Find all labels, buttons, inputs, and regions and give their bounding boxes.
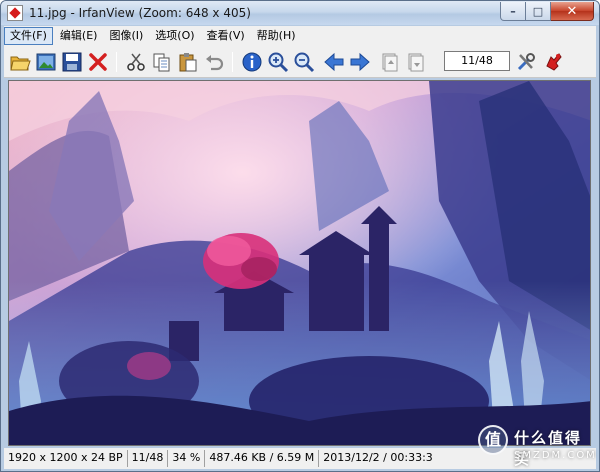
- copy-icon[interactable]: [150, 50, 174, 74]
- image-canvas[interactable]: [8, 80, 591, 446]
- irfanview-app-icon[interactable]: [7, 5, 23, 21]
- menu-edit[interactable]: 编辑(E): [55, 27, 103, 45]
- menu-options[interactable]: 选项(O): [150, 27, 199, 45]
- window-controls: – □ ✕: [500, 2, 594, 21]
- next-icon[interactable]: [348, 50, 372, 74]
- irfanview-window: 11.jpg - IrfanView (Zoom: 648 x 405) – □…: [0, 0, 600, 472]
- status-zoom: 34 %: [168, 450, 206, 467]
- window-title: 11.jpg - IrfanView (Zoom: 648 x 405): [29, 6, 251, 20]
- info-icon[interactable]: [240, 50, 264, 74]
- status-dimensions: 1920 x 1200 x 24 BP: [4, 450, 128, 467]
- menu-file[interactable]: 文件(F): [4, 27, 53, 45]
- thumbnails-icon[interactable]: [34, 50, 58, 74]
- properties-icon[interactable]: [514, 50, 538, 74]
- cut-icon[interactable]: [124, 50, 148, 74]
- title-bar[interactable]: 11.jpg - IrfanView (Zoom: 648 x 405) – □…: [1, 1, 599, 25]
- close-button[interactable]: ✕: [551, 2, 594, 21]
- minimize-button[interactable]: –: [500, 2, 526, 21]
- zoom-in-icon[interactable]: [266, 50, 290, 74]
- save-icon[interactable]: [60, 50, 84, 74]
- paste-icon[interactable]: [176, 50, 200, 74]
- menu-view[interactable]: 查看(V): [202, 27, 250, 45]
- previous-icon[interactable]: [322, 50, 346, 74]
- watermark-en-text: SMZDM.COM: [514, 450, 597, 461]
- menu-image[interactable]: 图像(I): [104, 27, 148, 45]
- watermark-cn-text: 什么值得买: [514, 429, 583, 468]
- undo-icon[interactable]: [202, 50, 226, 74]
- status-file-size: 487.46 KB / 6.59 M: [205, 450, 320, 467]
- menu-help[interactable]: 帮助(H): [252, 27, 301, 45]
- smzdm-watermark: 值 什么值得买 SMZDM.COM: [478, 419, 598, 469]
- page-indicator: 11/48: [444, 51, 510, 71]
- zoom-out-icon[interactable]: [292, 50, 316, 74]
- maximize-button[interactable]: □: [526, 2, 551, 21]
- next-page-icon[interactable]: [404, 50, 428, 74]
- menu-bar: 文件(F) 编辑(E) 图像(I) 选项(O) 查看(V) 帮助(H): [4, 26, 596, 46]
- watermark-logo-icon: 值: [478, 425, 508, 455]
- fantasy-landscape-image: [9, 81, 590, 445]
- status-index: 11/48: [128, 450, 169, 467]
- status-datetime: 2013/12/2 / 00:33:3: [323, 451, 433, 464]
- delete-icon[interactable]: [86, 50, 110, 74]
- toolbar: 11/48: [4, 46, 596, 78]
- open-folder-icon[interactable]: [8, 50, 32, 74]
- previous-page-icon[interactable]: [378, 50, 402, 74]
- exit-icon[interactable]: [542, 50, 566, 74]
